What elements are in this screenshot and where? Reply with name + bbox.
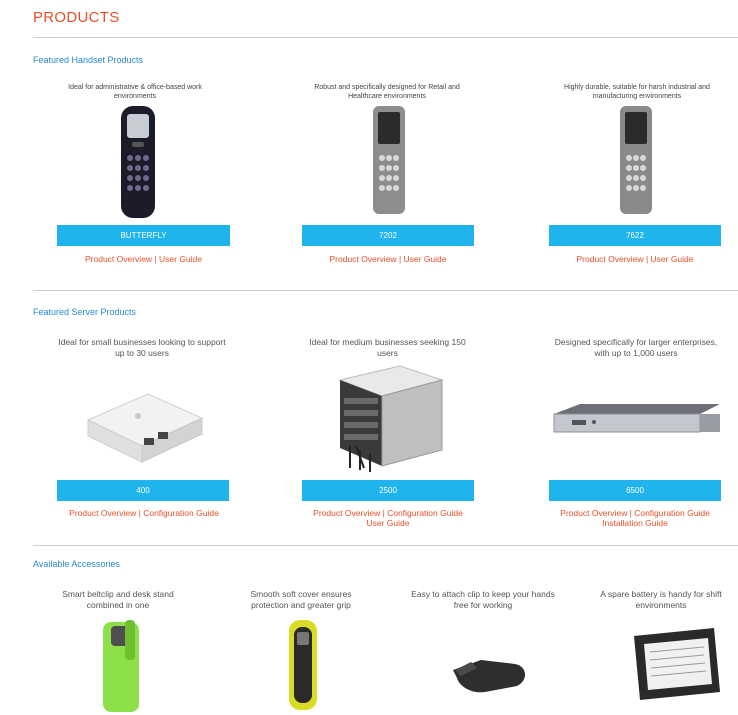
user-guide-link[interactable]: User Guide <box>404 254 447 264</box>
accessory-card: Easy to attach clip to keep your hands f… <box>408 589 558 611</box>
soft-cover-image <box>289 620 317 710</box>
accessory-card: Smart beltclip and desk stand combined i… <box>48 589 188 611</box>
accessory-description: Easy to attach clip to keep your hands f… <box>411 589 555 610</box>
product-links: Product Overview | User Guide <box>549 254 721 264</box>
product-description: Ideal for small businesses looking to su… <box>58 337 226 358</box>
server-card-2500: Ideal for medium businesses seeking 150 … <box>305 337 470 359</box>
handset-7622-image <box>620 106 652 214</box>
accessory-card: Smooth soft cover ensures protection and… <box>231 589 371 611</box>
configuration-guide-link[interactable]: Configuration Guide <box>387 508 463 518</box>
product-overview-link[interactable]: Product Overview <box>576 254 643 264</box>
server-400-image <box>86 393 204 463</box>
user-guide-link[interactable]: User Guide <box>159 254 202 264</box>
product-overview-link[interactable]: Product Overview <box>560 508 627 518</box>
server-2500-image <box>338 365 444 472</box>
handset-card-7202: Robust and specifically designed for Ret… <box>302 83 472 101</box>
product-links: Product Overview | User Guide <box>302 254 474 264</box>
divider <box>33 545 738 546</box>
section-title-servers: Featured Server Products <box>33 307 137 317</box>
product-links: Product Overview | Configuration Guide Us… <box>294 508 482 528</box>
product-description: Ideal for medium businesses seeking 150 … <box>309 337 466 358</box>
product-links: Product Overview | User Guide <box>57 254 230 264</box>
page-title: PRODUCTS <box>33 9 120 26</box>
accessory-description: Smooth soft cover ensures protection and… <box>250 589 352 610</box>
belt-clip-holder-image <box>103 620 139 712</box>
product-name-button[interactable]: BUTTERFLY <box>57 225 230 246</box>
handset-card-7622: Highly durable, suitable for harsh indus… <box>552 83 722 101</box>
product-overview-link[interactable]: Product Overview <box>313 508 380 518</box>
server-card-400: Ideal for small businesses looking to su… <box>57 337 227 359</box>
handset-card-butterfly: Ideal for administrative & office-based … <box>60 83 210 101</box>
user-guide-link[interactable]: User Guide <box>651 254 694 264</box>
link-separator: | <box>152 254 160 264</box>
butterfly-handset-image <box>121 106 155 218</box>
product-name-button[interactable]: 2500 <box>302 480 474 501</box>
link-separator: | <box>396 254 404 264</box>
product-overview-link[interactable]: Product Overview <box>69 508 136 518</box>
divider <box>33 290 738 291</box>
product-description: Ideal for administrative & office-based … <box>68 84 202 100</box>
installation-guide-link[interactable]: Installation Guide <box>602 518 668 528</box>
server-card-6500: Designed specifically for larger enterpr… <box>552 337 720 359</box>
configuration-guide-link[interactable]: Configuration Guide <box>143 508 219 518</box>
product-name-button[interactable]: 7202 <box>302 225 474 246</box>
accessory-description: Smart beltclip and desk stand combined i… <box>62 589 174 610</box>
product-overview-link[interactable]: Product Overview <box>329 254 396 264</box>
link-separator: | <box>643 254 651 264</box>
handset-7202-image <box>373 106 405 214</box>
product-name-button[interactable]: 400 <box>57 480 229 501</box>
configuration-guide-link[interactable]: Configuration Guide <box>634 508 710 518</box>
accessory-card: A spare battery is handy for shift envir… <box>584 589 738 611</box>
product-description: Highly durable, suitable for harsh indus… <box>564 84 710 100</box>
product-links: Product Overview | Configuration Guide <box>44 508 244 518</box>
product-description: Robust and specifically designed for Ret… <box>314 84 460 100</box>
user-guide-link[interactable]: User Guide <box>367 518 410 528</box>
product-name-button[interactable]: 7622 <box>549 225 721 246</box>
product-links: Product Overview | Configuration Guide In… <box>538 508 732 528</box>
battery-image <box>634 628 720 700</box>
server-6500-image <box>553 404 720 433</box>
section-title-accessories: Available Accessories <box>33 559 120 569</box>
section-title-handsets: Featured Handset Products <box>33 55 144 65</box>
divider <box>33 37 738 38</box>
product-name-button[interactable]: 6500 <box>549 480 721 501</box>
product-description: Designed specifically for larger enterpr… <box>554 337 718 358</box>
product-overview-link[interactable]: Product Overview <box>85 254 152 264</box>
clip-image <box>453 660 526 693</box>
accessory-description: A spare battery is handy for shift envir… <box>600 589 722 610</box>
